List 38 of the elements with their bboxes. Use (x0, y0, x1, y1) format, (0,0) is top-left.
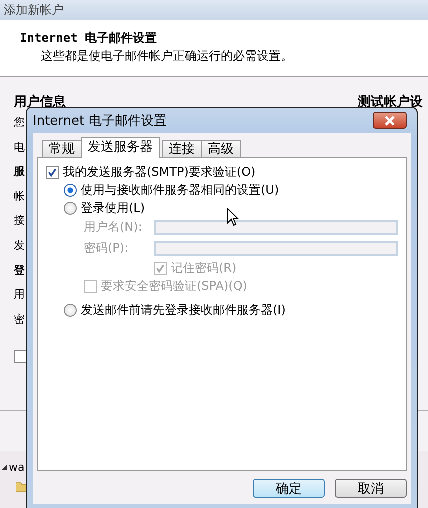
tab[interactable]: 发送服务器 (81, 137, 160, 158)
radio-button[interactable] (64, 304, 77, 316)
dialog-title: Internet 电子邮件设置 (33, 112, 167, 130)
form-label: 帐 (14, 188, 25, 205)
page-subheading: 这些都是使电子邮件帐户正确运行的必需设置。 (40, 48, 294, 65)
tab[interactable]: 常规 (42, 140, 82, 158)
dialog-button[interactable]: 取消 (335, 479, 407, 498)
radio-label: 使用与接收邮件服务器相同的设置(U) (81, 182, 280, 198)
page-heading: Internet 电子邮件设置 (20, 30, 158, 47)
checkbox[interactable] (46, 166, 59, 178)
radio-label: 发送邮件前请先登录接收邮件服务器(I) (81, 302, 286, 318)
dialog-button[interactable]: 确定 (253, 479, 325, 498)
field-label: 用户名(N): (84, 219, 144, 236)
account-name: wa (9, 461, 25, 474)
checkbox[interactable] (14, 350, 27, 364)
checkbox-label: 我的发送服务器(SMTP)要求验证(O) (63, 164, 256, 180)
form-label: 登 (14, 262, 25, 279)
field-label: 密码(P): (84, 240, 130, 257)
section-title: 测试帐户设 (358, 94, 423, 112)
mouse-cursor-icon (227, 208, 239, 227)
checkbox-label: 记住密码(R) (171, 260, 237, 276)
form-label: 发 (14, 238, 25, 254)
radio-button[interactable] (64, 202, 77, 214)
form-label: 用 (14, 287, 25, 304)
form-label: 接 (14, 213, 25, 230)
radio-button[interactable] (64, 184, 77, 196)
form-label: 服 (14, 164, 25, 180)
tab[interactable]: 连接 (162, 140, 202, 158)
form-label: 您 (14, 115, 25, 131)
form-label: 电 (14, 140, 25, 156)
radio-label: 登录使用(L) (81, 200, 146, 216)
expand-arrow-icon[interactable] (2, 465, 7, 470)
close-icon (385, 116, 395, 126)
close-button[interactable] (373, 112, 407, 129)
window-title: 添加新帐户 (4, 2, 64, 18)
tab[interactable]: 高级 (201, 140, 241, 158)
form-label: 密 (14, 312, 25, 328)
checkbox-label: 要求安全密码验证(SPA)(Q) (101, 278, 248, 294)
